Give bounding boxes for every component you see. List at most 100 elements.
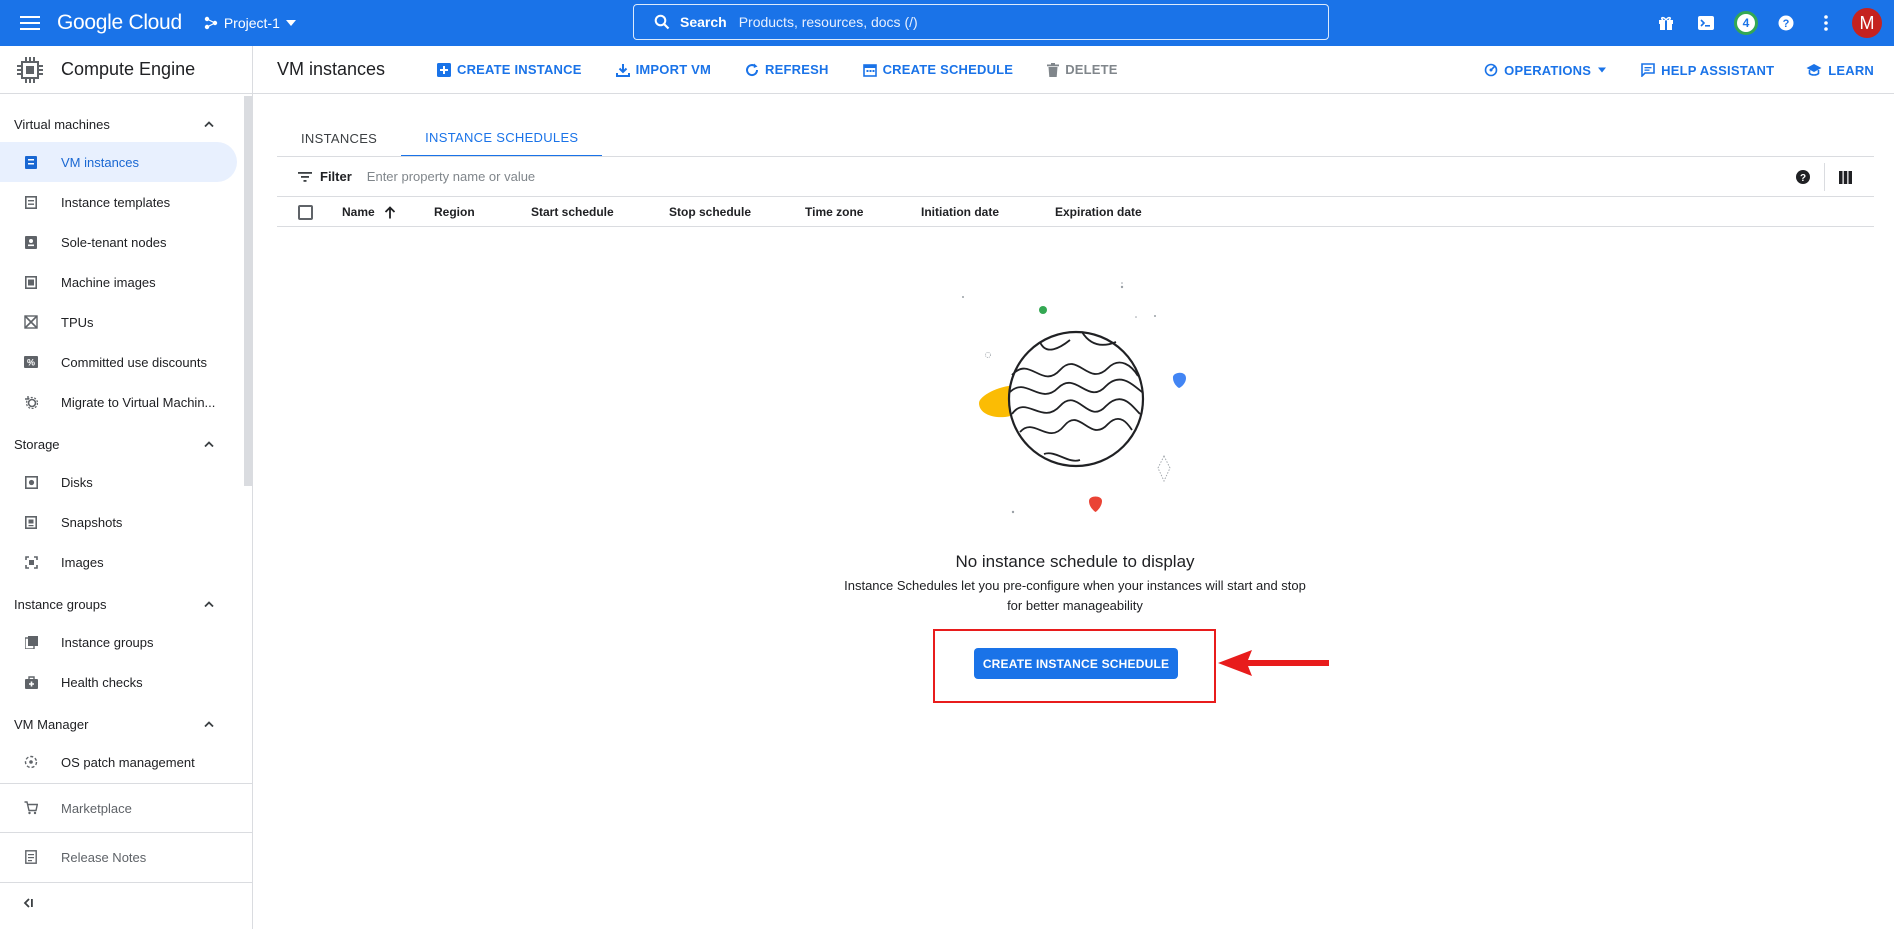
column-header-time-zone[interactable]: Time zone (805, 197, 863, 227)
vm-instance-icon (24, 155, 38, 169)
compute-engine-chip-icon (15, 55, 45, 85)
section-storage[interactable]: Storage (0, 428, 240, 460)
svg-text:%: % (27, 358, 35, 368)
project-hub-icon (204, 16, 218, 30)
empty-state-description-line: for better manageability (1007, 598, 1143, 613)
percent-icon: % (24, 355, 38, 369)
filter-divider (1824, 163, 1825, 191)
learn-label: LEARN (1828, 62, 1874, 78)
sidebar-title: Compute Engine (61, 59, 196, 79)
create-instance-schedule-button[interactable]: CREATE INSTANCE SCHEDULE (974, 648, 1178, 679)
sidebar-divider (0, 783, 253, 784)
sidebar-item-instance-groups[interactable]: Instance groups (0, 622, 237, 662)
empty-state-description-line: Instance Schedules let you pre-configure… (844, 578, 1306, 593)
chat-icon (1641, 63, 1655, 77)
more-vert-icon[interactable] (1806, 3, 1846, 43)
sidebar-item-snapshots[interactable]: Snapshots (0, 502, 237, 542)
column-display-icon[interactable] (1839, 170, 1852, 184)
help-assistant-label: HELP ASSISTANT (1661, 62, 1775, 78)
empty-state-description: Instance Schedules let you pre-configure… (835, 576, 1315, 616)
sidebar-item-images[interactable]: Images (0, 542, 237, 582)
column-header-region[interactable]: Region (434, 197, 475, 227)
section-instance-groups[interactable]: Instance groups (0, 588, 240, 620)
section-virtual-machines[interactable]: Virtual machines (0, 108, 240, 140)
health-check-icon (24, 675, 38, 689)
empty-state-title: No instance schedule to display (955, 552, 1195, 571)
tab-instance-schedules[interactable]: INSTANCE SCHEDULES (401, 120, 603, 157)
sidebar-item-sole-tenant-nodes[interactable]: Sole-tenant nodes (0, 222, 237, 262)
sidebar-item-disks[interactable]: Disks (0, 462, 237, 502)
refresh-label: REFRESH (765, 62, 829, 77)
filter-input[interactable]: Enter property name or value (367, 169, 535, 184)
sidebar-item-label: TPUs (61, 314, 94, 330)
sidebar-item-os-patch-management[interactable]: OS patch management (0, 742, 237, 782)
tab-instances[interactable]: INSTANCES (277, 120, 401, 157)
create-schedule-button[interactable]: CREATE SCHEDULE (862, 62, 1014, 77)
column-header-start-schedule[interactable]: Start schedule (531, 197, 614, 227)
sidebar-item-label: Images (61, 554, 104, 570)
school-icon (1806, 63, 1822, 77)
sidebar-item-label: Snapshots (61, 514, 123, 530)
sidebar-item-tpus[interactable]: TPUs (0, 302, 237, 342)
column-header-expiration-date[interactable]: Expiration date (1055, 197, 1142, 227)
help-circle-icon[interactable]: ? (1796, 170, 1810, 184)
import-vm-label: IMPORT VM (635, 62, 712, 77)
sidebar-scrollbar[interactable] (244, 96, 252, 486)
sidebar-item-committed-use-discounts[interactable]: % Committed use discounts (0, 342, 237, 382)
create-instance-button[interactable]: CREATE INSTANCE (437, 62, 582, 77)
tab-bar: INSTANCES INSTANCE SCHEDULES (277, 120, 603, 157)
cloud-shell-terminal-icon[interactable] (1686, 3, 1726, 43)
sidebar-item-label: Instance groups (61, 634, 154, 650)
search-bar[interactable]: Search Products, resources, docs (/) (633, 4, 1329, 40)
sidebar-item-vm-instances[interactable]: VM instances (0, 142, 237, 182)
column-header-stop-schedule[interactable]: Stop schedule (669, 197, 751, 227)
column-name-label: Name (342, 205, 375, 219)
search-label: Search (680, 14, 727, 30)
page-toolbar: VM instances CREATE INSTANCE IMPORT VM R… (253, 46, 1894, 94)
notifications-badge[interactable]: 4 (1726, 3, 1766, 43)
help-icon[interactable]: ? (1766, 3, 1806, 43)
sidebar-item-marketplace[interactable]: Marketplace (0, 788, 237, 828)
sidebar-item-instance-templates[interactable]: Instance templates (0, 182, 237, 222)
chevron-up-icon (204, 441, 214, 447)
hamburger-menu-icon[interactable] (15, 8, 45, 38)
cart-icon (24, 801, 38, 815)
download-icon (615, 63, 630, 77)
machine-image-icon (24, 275, 38, 289)
refresh-button[interactable]: REFRESH (745, 62, 829, 77)
help-assistant-button[interactable]: HELP ASSISTANT (1641, 63, 1774, 78)
add-box-icon (437, 62, 451, 77)
sort-arrow-up-icon (384, 205, 396, 219)
chevron-up-icon (204, 721, 214, 727)
search-placeholder: Products, resources, docs (/) (738, 14, 918, 30)
collapse-sidebar-icon[interactable] (22, 897, 34, 909)
sidebar-item-health-checks[interactable]: Health checks (0, 662, 237, 702)
top-app-bar: Google Cloud Project-1 Search Products, … (0, 0, 1894, 46)
sidebar-header: Compute Engine (0, 46, 252, 94)
section-label: Instance groups (14, 596, 107, 612)
disk-icon (24, 475, 38, 489)
filter-bar-actions: ? (1796, 157, 1874, 197)
sidebar-item-machine-images[interactable]: Machine images (0, 262, 237, 302)
account-avatar[interactable]: M (1852, 8, 1882, 38)
sidebar-item-release-notes[interactable]: Release Notes (0, 837, 237, 877)
google-cloud-logo[interactable]: Google Cloud (57, 11, 182, 35)
column-header-name[interactable]: Name (342, 197, 396, 227)
gift-icon[interactable] (1646, 3, 1686, 43)
delete-button[interactable]: DELETE (1047, 62, 1117, 77)
patch-sync-icon (24, 755, 38, 769)
column-header-initiation-date[interactable]: Initiation date (921, 197, 999, 227)
page-title: VM instances (277, 59, 386, 79)
instance-group-icon (24, 635, 38, 649)
sidebar-item-label: Instance templates (61, 194, 171, 210)
section-vm-manager[interactable]: VM Manager (0, 708, 240, 740)
select-all-checkbox[interactable] (298, 205, 313, 220)
operations-button[interactable]: OPERATIONS (1484, 63, 1607, 78)
trash-icon (1047, 62, 1060, 77)
project-picker[interactable]: Project-1 (204, 15, 296, 31)
operations-label: OPERATIONS (1504, 62, 1592, 78)
import-vm-button[interactable]: IMPORT VM (615, 62, 712, 77)
sidebar-item-migrate-to-virtual-machines[interactable]: Migrate to Virtual Machin... (0, 382, 237, 422)
sidebar-item-label: OS patch management (61, 754, 195, 770)
learn-button[interactable]: LEARN (1806, 63, 1874, 78)
